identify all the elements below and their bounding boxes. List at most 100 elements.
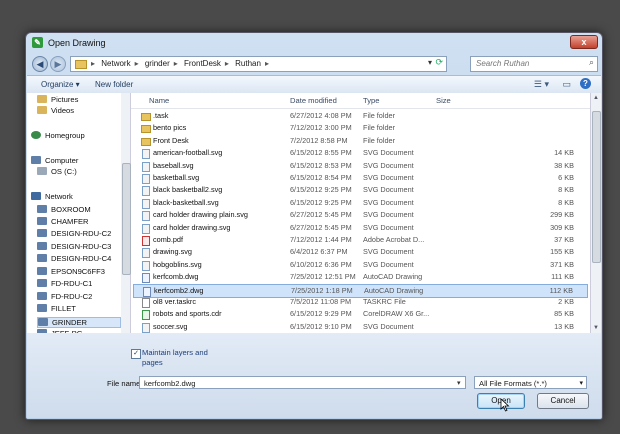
nav-item-grinder[interactable]: GRINDER: [37, 317, 121, 328]
column-type[interactable]: Type: [363, 96, 379, 105]
file-type: File folder: [363, 111, 396, 120]
file-size: 37 KB: [554, 235, 574, 244]
file-row[interactable]: american-football.svg 6/15/2012 8:55 PM SV…: [133, 147, 588, 160]
svg-file-icon: [142, 248, 150, 259]
svg-file-icon: [142, 161, 150, 172]
maintain-layers-checkbox[interactable]: ✓: [131, 349, 141, 359]
nav-scrollbar[interactable]: [121, 93, 131, 333]
column-size[interactable]: Size: [436, 96, 451, 105]
file-row[interactable]: robots and sports.cdr 6/15/2012 9:29 PM Co…: [133, 308, 588, 321]
nav-item-label: DESIGN-RDU-C3: [51, 242, 112, 251]
file-row[interactable]: .task 6/27/2012 4:08 PM File folder: [133, 110, 588, 122]
file-row[interactable]: basketball.svg 6/15/2012 8:54 PM SVG Docum…: [133, 172, 588, 184]
nav-item-label: Videos: [51, 106, 75, 115]
file-row[interactable]: comb.pdf 7/12/2012 1:44 PM Adobe Acrobat D…: [133, 234, 588, 246]
file-date: 6/15/2012 8:53 PM: [290, 160, 352, 170]
close-button[interactable]: x: [570, 35, 598, 49]
breadcrumb-grinder[interactable]: grinder: [145, 59, 170, 68]
file-type: AutoCAD Drawing: [364, 285, 424, 295]
file-row[interactable]: hobgoblins.svg 6/10/2012 6:36 PM SVG Docum…: [133, 259, 588, 271]
scroll-down-icon[interactable]: ▼: [593, 325, 599, 331]
nav-item-design-rdu-c2[interactable]: DESIGN-RDU-C2: [37, 229, 111, 238]
search-icon[interactable]: ⌕: [589, 57, 594, 68]
file-row[interactable]: black-basketball.svg 6/15/2012 9:25 PM SVG…: [133, 197, 588, 209]
computer-icon: [37, 229, 47, 237]
nav-item-label: EPSON9C6FF3: [51, 267, 106, 276]
maintain-layers-label[interactable]: Maintain layers and pages: [142, 348, 222, 368]
computer-icon: [37, 242, 47, 250]
nav-scroll-thumb[interactable]: [122, 163, 131, 275]
cdr-file-icon: [142, 310, 150, 321]
svg-file-icon: [142, 198, 150, 209]
file-size: 299 KB: [550, 210, 574, 220]
nav-item-fillet[interactable]: FILLET: [37, 304, 76, 313]
file-date: 7/5/2012 11:08 PM: [290, 297, 352, 306]
file-row[interactable]: card holder drawing plain.svg 6/27/2012 5…: [133, 209, 588, 222]
column-name[interactable]: Name: [149, 96, 169, 105]
file-size: 155 KB: [550, 247, 574, 257]
preview-pane-icon[interactable]: ▭: [562, 79, 571, 90]
address-dropdown-icon[interactable]: ▾: [428, 58, 432, 67]
nav-item-videos[interactable]: Videos: [37, 106, 74, 115]
library-icon: [37, 95, 47, 103]
file-row[interactable]: soccer.svg 6/15/2012 9:10 PM SVG Document 1…: [133, 321, 588, 333]
file-name-input[interactable]: kerfcomb2.dwg: [139, 376, 466, 389]
nav-item-label: GRINDER: [52, 318, 88, 327]
file-type: SVG Document: [363, 222, 414, 232]
file-name: kerfcomb.dwg: [153, 272, 199, 282]
file-type-select[interactable]: All File Formats (*.*) ▾: [474, 376, 587, 389]
nav-item-network[interactable]: Network: [31, 192, 73, 201]
file-name-dropdown-icon[interactable]: ▾: [457, 379, 461, 387]
computer-icon: [37, 292, 47, 300]
nav-item-fd-rdu-c1[interactable]: FD-RDU-C1: [37, 279, 92, 288]
file-row[interactable]: baseball.svg 6/15/2012 8:53 PM SVG Documen…: [133, 160, 588, 172]
new-folder-button[interactable]: New folder: [95, 80, 133, 89]
nav-item-label: Network: [45, 192, 73, 201]
nav-item-epson9c6ff3[interactable]: EPSON9C6FF3: [37, 267, 105, 276]
scroll-up-icon[interactable]: ▲: [593, 95, 599, 101]
file-row[interactable]: black basketball2.svg 6/15/2012 9:25 PM SV…: [133, 184, 588, 197]
nav-item-design-rdu-c4[interactable]: DESIGN-RDU-C4: [37, 254, 111, 263]
file-type-dropdown-icon[interactable]: ▾: [579, 377, 583, 390]
folder-icon: [141, 125, 151, 134]
open-drawing-dialog: ✎ Open Drawing x ◀ ▶ ▸ Network ▸ grinder ▸…: [25, 32, 603, 420]
file-size: 111 KB: [551, 272, 574, 282]
refresh-icon[interactable]: ⟳: [435, 57, 443, 68]
file-row[interactable]: bento pics 7/12/2012 3:00 PM File folder: [133, 122, 588, 134]
forward-button[interactable]: ▶: [50, 56, 66, 72]
help-icon[interactable]: ?: [580, 78, 591, 89]
file-row[interactable]: Front Desk 7/2/2012 8:58 PM File folder: [133, 135, 588, 147]
nav-item-design-rdu-c3[interactable]: DESIGN-RDU-C3: [37, 242, 111, 251]
file-date: 6/15/2012 9:25 PM: [290, 185, 352, 195]
file-name: comb.pdf: [153, 235, 184, 244]
nav-item-computer[interactable]: Computer: [31, 156, 78, 165]
file-type: AutoCAD Drawing: [363, 272, 423, 282]
nav-item-fd-rdu-c2[interactable]: FD-RDU-C2: [37, 292, 92, 301]
file-name: card holder drawing.svg: [153, 222, 231, 232]
back-button[interactable]: ◀: [32, 56, 48, 72]
cancel-button[interactable]: Cancel: [537, 393, 589, 409]
file-size: 6 KB: [558, 173, 574, 182]
file-row[interactable]: card holder drawing.svg 6/27/2012 5:45 PM…: [133, 222, 588, 234]
address-bar[interactable]: ▸ Network ▸ grinder ▸ FrontDesk ▸ Ruthan ▸ ▾…: [70, 56, 447, 72]
nav-item-chamfer[interactable]: CHAMFER: [37, 217, 89, 226]
nav-item-os-c[interactable]: OS (C:): [37, 167, 77, 176]
nav-item-boxroom[interactable]: BOXROOM: [37, 205, 91, 214]
file-row[interactable]: ol8 ver.taskrc 7/5/2012 11:08 PM TASKRC Fi…: [133, 296, 588, 308]
view-options-icon[interactable]: ☰ ▾: [534, 79, 549, 90]
file-list-scroll-thumb[interactable]: [592, 111, 601, 263]
breadcrumb-network[interactable]: Network: [101, 59, 130, 68]
file-row[interactable]: drawing.svg 6/4/2012 6:37 PM SVG Document 1…: [133, 246, 588, 259]
file-list-scrollbar[interactable]: ▲ ▼: [590, 93, 601, 333]
nav-item-homegroup[interactable]: Homegroup: [31, 131, 85, 140]
file-name: black-basketball.svg: [153, 197, 219, 207]
column-date-modified[interactable]: Date modified: [290, 96, 337, 105]
file-size: 2 KB: [558, 297, 574, 306]
file-row[interactable]: kerfcomb.dwg 7/25/2012 12:51 PM AutoCAD Dr…: [133, 271, 588, 284]
search-box[interactable]: Search Ruthan ⌕: [470, 56, 598, 72]
nav-item-pictures[interactable]: Pictures: [37, 95, 78, 104]
breadcrumb-ruthan[interactable]: Ruthan: [235, 59, 261, 68]
breadcrumb-frontdesk[interactable]: FrontDesk: [184, 59, 221, 68]
nav-item-label: CHAMFER: [51, 217, 89, 226]
organize-menu[interactable]: Organize ▾: [41, 80, 80, 89]
